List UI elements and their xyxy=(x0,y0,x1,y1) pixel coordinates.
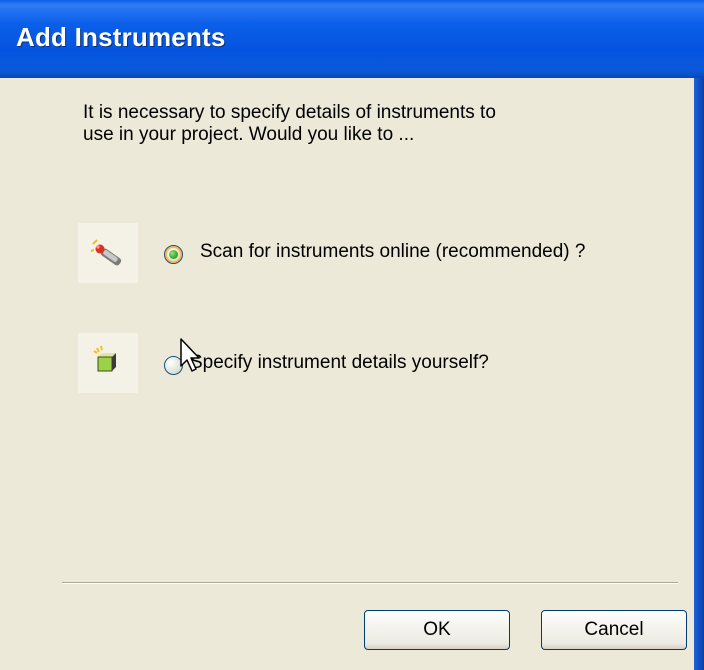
cancel-button[interactable]: Cancel xyxy=(541,610,687,650)
mouse-pointer-icon xyxy=(180,338,200,372)
scan-online-radio[interactable] xyxy=(164,245,183,264)
scan-probe-icon xyxy=(78,223,138,283)
specify-details-label[interactable]: Specify instrument details yourself? xyxy=(190,352,489,374)
intro-text: It is necessary to specify details of in… xyxy=(83,102,583,146)
window-right-border xyxy=(694,78,704,670)
window-title: Add Instruments xyxy=(16,22,226,52)
separator xyxy=(62,582,678,584)
intro-line-2: use in your project. Would you like to .… xyxy=(83,124,415,145)
scan-online-label[interactable]: Scan for instruments online (recommended… xyxy=(200,241,585,263)
title-bar[interactable]: Add Instruments xyxy=(0,0,704,78)
ok-button[interactable]: OK xyxy=(364,610,510,650)
intro-line-1: It is necessary to specify details of in… xyxy=(83,102,496,123)
instrument-box-icon xyxy=(78,333,138,393)
dialog-body: It is necessary to specify details of in… xyxy=(0,78,694,670)
